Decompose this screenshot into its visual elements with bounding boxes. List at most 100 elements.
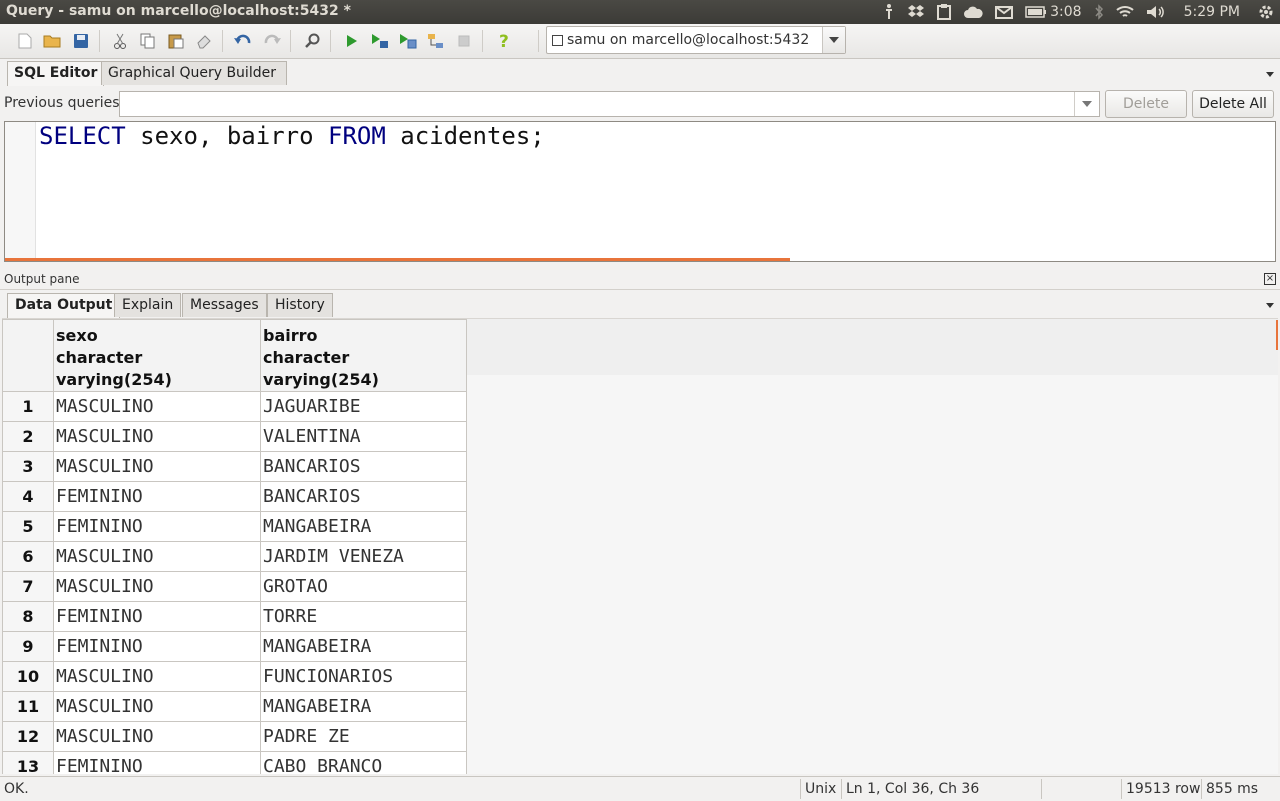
connection-checkbox[interactable] (552, 35, 563, 46)
cell-bairro[interactable]: MANGABEIRA (260, 631, 467, 662)
cell-bairro[interactable]: MANGABEIRA (260, 511, 467, 542)
table-row[interactable]: 11 MASCULINO MANGABEIRA (2, 691, 467, 722)
copy-icon[interactable] (138, 31, 158, 51)
table-row[interactable]: 7 MASCULINO GROTAO (2, 571, 467, 602)
row-number[interactable]: 7 (2, 571, 54, 602)
table-row[interactable]: 9 FEMININO MANGABEIRA (2, 631, 467, 662)
table-row[interactable]: 8 FEMININO TORRE (2, 601, 467, 632)
tab-messages[interactable]: Messages (182, 293, 267, 317)
cell-sexo[interactable]: MASCULINO (53, 691, 261, 722)
row-number[interactable]: 3 (2, 451, 54, 482)
column-header-sexo[interactable]: sexo character varying(254) (53, 319, 261, 392)
chevron-down-icon[interactable] (822, 27, 845, 53)
execute-pgscript-icon[interactable] (370, 31, 390, 51)
cell-sexo[interactable]: FEMININO (53, 631, 261, 662)
cell-sexo[interactable]: FEMININO (53, 511, 261, 542)
row-number[interactable]: 5 (2, 511, 54, 542)
cell-sexo[interactable]: MASCULINO (53, 661, 261, 692)
cell-sexo[interactable]: FEMININO (53, 601, 261, 632)
table-row[interactable]: 1 MASCULINO JAGUARIBE (2, 391, 467, 422)
cell-bairro[interactable]: JAGUARIBE (260, 391, 467, 422)
row-number[interactable]: 9 (2, 631, 54, 662)
new-icon[interactable] (15, 31, 35, 51)
close-icon[interactable]: × (1264, 273, 1276, 285)
save-icon[interactable] (71, 31, 91, 51)
session-gear-icon[interactable] (1252, 0, 1280, 24)
cell-sexo[interactable]: FEMININO (53, 751, 261, 774)
row-number[interactable]: 11 (2, 691, 54, 722)
cell-bairro[interactable]: TORRE (260, 601, 467, 632)
bluetooth-icon[interactable] (1088, 0, 1110, 24)
execute-icon[interactable] (342, 31, 362, 51)
cell-sexo[interactable]: MASCULINO (53, 421, 261, 452)
undo-icon[interactable] (233, 31, 253, 51)
help-icon[interactable]: ? (494, 31, 514, 51)
scrollbar-marker[interactable] (1276, 320, 1278, 350)
cell-bairro[interactable]: BANCARIOS (260, 481, 467, 512)
cell-bairro[interactable]: PADRE ZE (260, 721, 467, 752)
cancel-icon[interactable] (454, 31, 474, 51)
clipboard-icon[interactable] (931, 0, 957, 24)
tab-data-output[interactable]: Data Output (7, 293, 121, 318)
column-header-bairro[interactable]: bairro character varying(254) (260, 319, 467, 392)
cloud-icon[interactable] (957, 0, 989, 24)
table-row[interactable]: 4 FEMININO BANCARIOS (2, 481, 467, 512)
execute-to-file-icon[interactable] (398, 31, 418, 51)
tab-sql-editor[interactable]: SQL Editor (7, 61, 105, 86)
connection-select[interactable]: samu on marcello@localhost:5432 (546, 26, 846, 54)
table-row[interactable]: 2 MASCULINO VALENTINA (2, 421, 467, 452)
delete-all-button[interactable]: Delete All (1192, 90, 1274, 118)
table-row[interactable]: 10 MASCULINO FUNCIONARIOS (2, 661, 467, 692)
cell-sexo[interactable]: MASCULINO (53, 721, 261, 752)
row-number[interactable]: 6 (2, 541, 54, 572)
previous-queries-select[interactable] (119, 91, 1100, 117)
tab-graphical-query-builder[interactable]: Graphical Query Builder (101, 61, 287, 85)
row-number[interactable]: 1 (2, 391, 54, 422)
cell-sexo[interactable]: MASCULINO (53, 451, 261, 482)
cut-icon[interactable] (110, 31, 130, 51)
cell-sexo[interactable]: MASCULINO (53, 541, 261, 572)
mail-icon[interactable] (989, 0, 1019, 24)
table-row[interactable]: 3 MASCULINO BANCARIOS (2, 451, 467, 482)
row-number[interactable]: 12 (2, 721, 54, 752)
cell-sexo[interactable]: MASCULINO (53, 391, 261, 422)
table-row[interactable]: 13 FEMININO CABO BRANCO (2, 751, 467, 774)
volume-icon[interactable] (1140, 0, 1172, 24)
table-row[interactable]: 5 FEMININO MANGABEIRA (2, 511, 467, 542)
wifi-icon[interactable] (1110, 0, 1140, 24)
accessibility-icon[interactable] (877, 0, 901, 24)
tab-history[interactable]: History (267, 293, 333, 317)
row-number[interactable]: 8 (2, 601, 54, 632)
clock[interactable]: 5:29 PM (1172, 0, 1252, 24)
cell-sexo[interactable]: FEMININO (53, 481, 261, 512)
row-number[interactable]: 2 (2, 421, 54, 452)
table-row[interactable]: 12 MASCULINO PADRE ZE (2, 721, 467, 752)
paste-icon[interactable] (166, 31, 186, 51)
row-number[interactable]: 13 (2, 751, 54, 774)
cell-sexo[interactable]: MASCULINO (53, 571, 261, 602)
corner-cell[interactable] (2, 319, 54, 392)
open-icon[interactable] (42, 31, 62, 51)
dropbox-icon[interactable] (901, 0, 931, 24)
row-number[interactable]: 4 (2, 481, 54, 512)
cell-bairro[interactable]: CABO BRANCO (260, 751, 467, 774)
cell-bairro[interactable]: MANGABEIRA (260, 691, 467, 722)
cell-bairro[interactable]: JARDIM VENEZA (260, 541, 467, 572)
cell-bairro[interactable]: BANCARIOS (260, 451, 467, 482)
clear-icon[interactable] (194, 31, 214, 51)
tab-list-arrow-icon[interactable] (1266, 72, 1274, 77)
sql-editor[interactable]: SELECT sexo, bairro FROM acidentes; (4, 121, 1276, 262)
delete-button[interactable]: Delete (1105, 90, 1187, 118)
cell-bairro[interactable]: FUNCIONARIOS (260, 661, 467, 692)
redo-icon[interactable] (262, 31, 282, 51)
chevron-down-icon[interactable] (1074, 92, 1099, 116)
row-number[interactable]: 10 (2, 661, 54, 692)
cell-bairro[interactable]: VALENTINA (260, 421, 467, 452)
data-output-grid[interactable]: sexo character varying(254) bairro charact… (2, 318, 1278, 774)
sql-line[interactable]: SELECT sexo, bairro FROM acidentes; (39, 122, 545, 150)
tab-list-arrow-icon[interactable] (1266, 303, 1274, 308)
explain-icon[interactable] (426, 31, 446, 51)
find-icon[interactable] (302, 31, 322, 51)
battery-indicator[interactable]: 3:08 (1019, 0, 1087, 24)
cell-bairro[interactable]: GROTAO (260, 571, 467, 602)
